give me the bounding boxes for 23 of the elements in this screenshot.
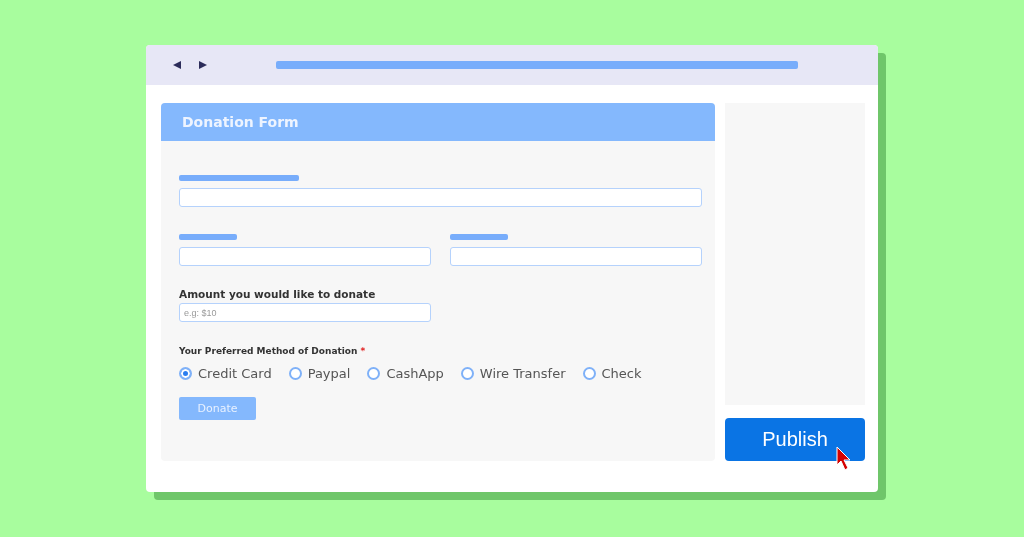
radio-button[interactable] <box>367 367 381 380</box>
radio-button[interactable] <box>288 367 302 380</box>
back-icon[interactable] <box>172 60 182 70</box>
field-label: Amount you would like to donate <box>179 288 377 300</box>
radio-option[interactable]: Credit Card <box>179 366 272 381</box>
input-field[interactable] <box>450 247 702 266</box>
forward-icon[interactable] <box>198 60 208 70</box>
input-field[interactable] <box>179 247 431 266</box>
amount-field[interactable]: e.g: $10 <box>179 303 431 322</box>
radio-button[interactable] <box>460 367 474 380</box>
form-title: Donation Form <box>182 114 299 130</box>
publish-button[interactable]: Publish <box>725 418 865 461</box>
radio-option[interactable]: Wire Transfer <box>460 366 566 381</box>
field-label: Your Preferred Method of Donation <box>179 346 358 356</box>
input-field[interactable] <box>179 188 702 207</box>
radio-option[interactable]: Check <box>582 366 642 381</box>
radio-button[interactable] <box>582 367 596 380</box>
label-placeholder-bar <box>450 234 508 240</box>
required-mark: * <box>360 346 366 356</box>
radio-button[interactable] <box>179 367 192 380</box>
radio-option[interactable]: CashApp <box>367 366 444 381</box>
radio-option[interactable]: Paypal <box>288 366 351 381</box>
label-placeholder-bar <box>179 234 237 240</box>
